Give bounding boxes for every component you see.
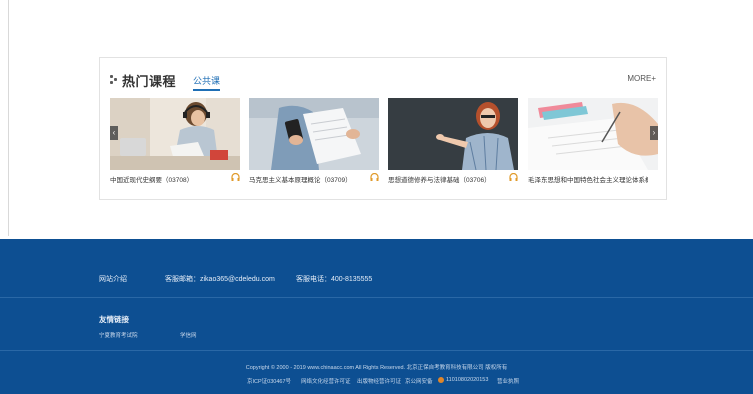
copyright-text: Copyright © 2000 - 2019 www.chinaacc.com…: [245, 365, 508, 371]
about-link[interactable]: 网站介绍: [99, 274, 127, 284]
site-footer: 网站介绍 客服邮箱：zikao365@cdeledu.com 客服电话：400-…: [0, 239, 753, 394]
more-link[interactable]: MORE+: [627, 74, 656, 83]
course-title: 思想道德修养与法律基础（03706）: [388, 177, 491, 184]
friend-link-ningxia[interactable]: 宁夏教育考试院: [99, 331, 138, 339]
tab-public-courses[interactable]: 公共课: [193, 74, 221, 91]
course-thumbnail: [249, 98, 379, 170]
course-card[interactable]: 毛泽东思想和中国特色社会主义理论体系概: [528, 98, 658, 190]
headphones-icon: [370, 173, 379, 181]
culture-license-link[interactable]: 网络文化经营许可证: [301, 377, 351, 385]
footer-divider: [0, 297, 753, 298]
course-carousel: 中国近现代史纲要（03708） 马克思主义基本原理概论（03709） 思想道德修…: [110, 98, 658, 190]
panel-header: 热门课程 公共课 MORE+: [100, 58, 666, 92]
dots-icon: [110, 75, 120, 85]
course-title: 中国近现代史纲要（03708）: [110, 177, 194, 184]
course-thumbnail: [110, 98, 240, 170]
headphones-icon: [509, 173, 518, 181]
course-title: 马克思主义基本原理概论（03709）: [249, 177, 352, 184]
course-thumbnail: [388, 98, 518, 170]
carousel-next-button[interactable]: ›: [650, 126, 658, 140]
business-license-link[interactable]: 营业执照: [497, 377, 519, 385]
headphones-icon: [231, 173, 240, 181]
course-card[interactable]: 中国近现代史纲要（03708）: [110, 98, 240, 190]
police-record-label[interactable]: 京公网安备: [405, 377, 433, 385]
service-phone: 客服电话：400-8135555: [296, 276, 373, 283]
hot-courses-panel: 热门课程 公共课 MORE+ 中国近现代史纲要（03708） 马克思主义基本原理…: [99, 57, 667, 200]
course-title: 毛泽东思想和中国特色社会主义理论体系概: [528, 177, 648, 184]
friend-links-title: 友情链接: [99, 315, 129, 324]
course-thumbnail: [528, 98, 658, 170]
footer-divider: [0, 350, 753, 351]
icp-link[interactable]: 京ICP证030467号: [247, 377, 291, 385]
publication-license-link[interactable]: 出版物经营许可证: [357, 377, 401, 385]
page-left-border: [8, 0, 9, 236]
panel-title: 热门课程: [122, 74, 177, 89]
friend-link-chsi[interactable]: 学信网: [180, 331, 197, 339]
police-record-number[interactable]: 11010802020153: [446, 377, 488, 383]
course-card[interactable]: 思想道德修养与法律基础（03706）: [388, 98, 518, 190]
police-badge-icon: [438, 377, 444, 383]
service-email: 客服邮箱：zikao365@cdeledu.com: [165, 276, 275, 283]
course-card[interactable]: 马克思主义基本原理概论（03709）: [249, 98, 379, 190]
carousel-prev-button[interactable]: ‹: [110, 126, 118, 140]
